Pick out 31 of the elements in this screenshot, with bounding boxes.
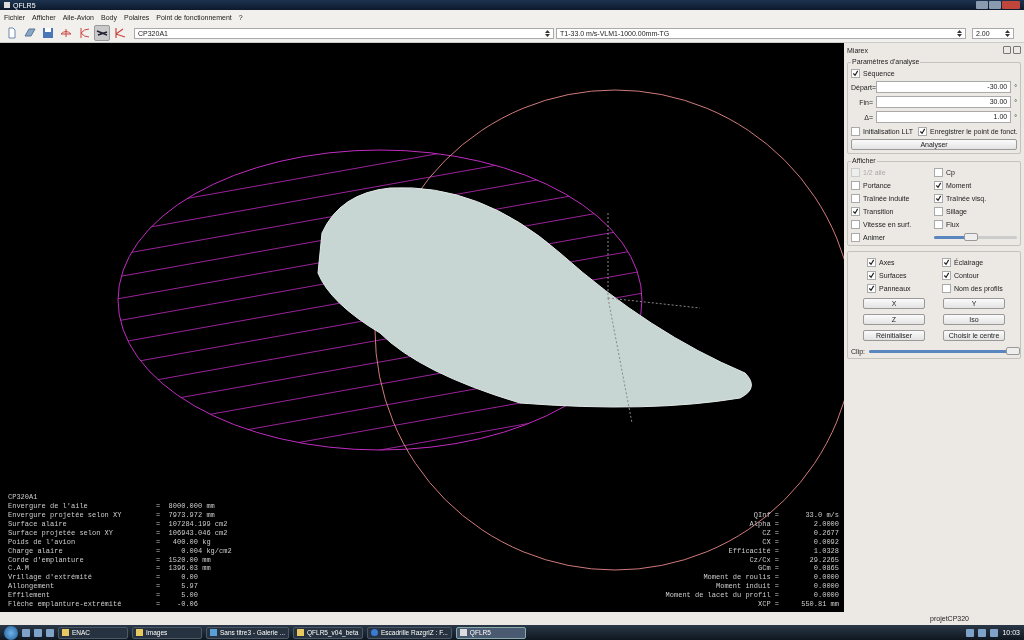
- checkbox[interactable]: [851, 232, 860, 242]
- checkbox[interactable]: [851, 193, 860, 203]
- plane-tool-icon[interactable]: [94, 25, 110, 41]
- 3d-viewport[interactable]: [0, 43, 844, 612]
- spinner-icon: [1005, 29, 1010, 37]
- start-button[interactable]: [4, 625, 18, 640]
- save-tool-icon[interactable]: [40, 25, 56, 41]
- design-tool-icon[interactable]: [112, 25, 128, 41]
- checkbox[interactable]: [934, 219, 943, 229]
- checkbox[interactable]: [942, 283, 951, 293]
- checkbox[interactable]: [934, 206, 943, 216]
- checkbox[interactable]: [851, 68, 860, 78]
- checkbox[interactable]: [918, 126, 928, 136]
- checkbox[interactable]: [851, 126, 860, 136]
- animation-speed-slider[interactable]: [934, 235, 1017, 239]
- checkbox[interactable]: [867, 257, 876, 267]
- checkbox[interactable]: [851, 206, 860, 216]
- close-button[interactable]: [1013, 46, 1021, 54]
- clip-slider[interactable]: [869, 350, 1017, 353]
- checkbox[interactable]: [934, 167, 943, 177]
- float-button[interactable]: [1003, 46, 1011, 54]
- checkbox[interactable]: [867, 283, 876, 293]
- checkbox[interactable]: [851, 219, 860, 229]
- checkbox[interactable]: [942, 270, 951, 280]
- spinner-icon: [545, 29, 550, 37]
- checkbox[interactable]: [851, 180, 860, 190]
- checkbox[interactable]: [942, 257, 951, 267]
- checkbox[interactable]: [934, 193, 943, 203]
- spinner-icon: [957, 29, 962, 37]
- checkbox[interactable]: [934, 180, 943, 190]
- checkbox[interactable]: [867, 270, 876, 280]
